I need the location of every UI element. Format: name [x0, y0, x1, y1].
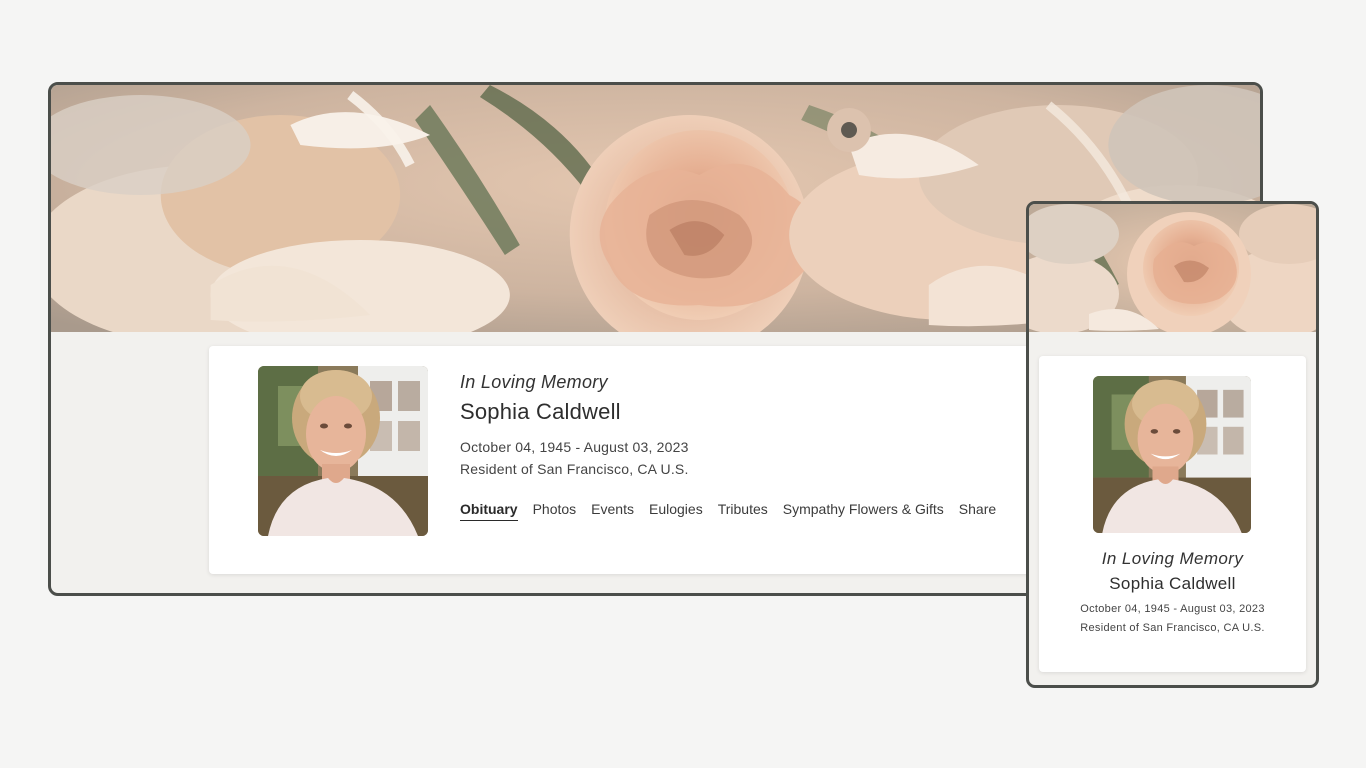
deceased-name: Sophia Caldwell: [460, 399, 621, 424]
tab-sympathy-flowers-gifts[interactable]: Sympathy Flowers & Gifts: [783, 501, 944, 521]
portrait-photo: [1093, 376, 1251, 533]
portrait-photo: [258, 366, 428, 536]
floral-banner-image: [1029, 204, 1316, 332]
deceased-name: Sophia Caldwell: [1109, 574, 1236, 593]
tab-tributes[interactable]: Tributes: [718, 501, 768, 521]
obituary-header-card: In Loving Memory Sophia Caldwell October…: [1039, 356, 1306, 672]
residence-text: Resident of San Francisco, CA U.S.: [460, 461, 689, 477]
in-loving-memory-label: In Loving Memory: [460, 372, 608, 392]
tab-photos[interactable]: Photos: [533, 501, 577, 521]
deceased-info: In Loving Memory Sophia Caldwell October…: [1039, 549, 1306, 634]
life-dates: October 04, 1945 - August 03, 2023: [460, 439, 689, 455]
residence-text: Resident of San Francisco, CA U.S.: [1080, 622, 1265, 634]
deceased-info: In Loving Memory Sophia Caldwell October…: [460, 372, 689, 477]
obituary-tabs: Obituary Photos Events Eulogies Tributes…: [460, 501, 996, 521]
in-loving-memory-label: In Loving Memory: [1101, 549, 1244, 568]
mobile-preview-frame: In Loving Memory Sophia Caldwell October…: [1026, 201, 1319, 688]
obituary-header-card: In Loving Memory Sophia Caldwell October…: [209, 346, 1089, 574]
tab-eulogies[interactable]: Eulogies: [649, 501, 703, 521]
tab-events[interactable]: Events: [591, 501, 634, 521]
tab-obituary[interactable]: Obituary: [460, 501, 518, 521]
life-dates: October 04, 1945 - August 03, 2023: [1080, 603, 1265, 615]
tab-share[interactable]: Share: [959, 501, 996, 521]
